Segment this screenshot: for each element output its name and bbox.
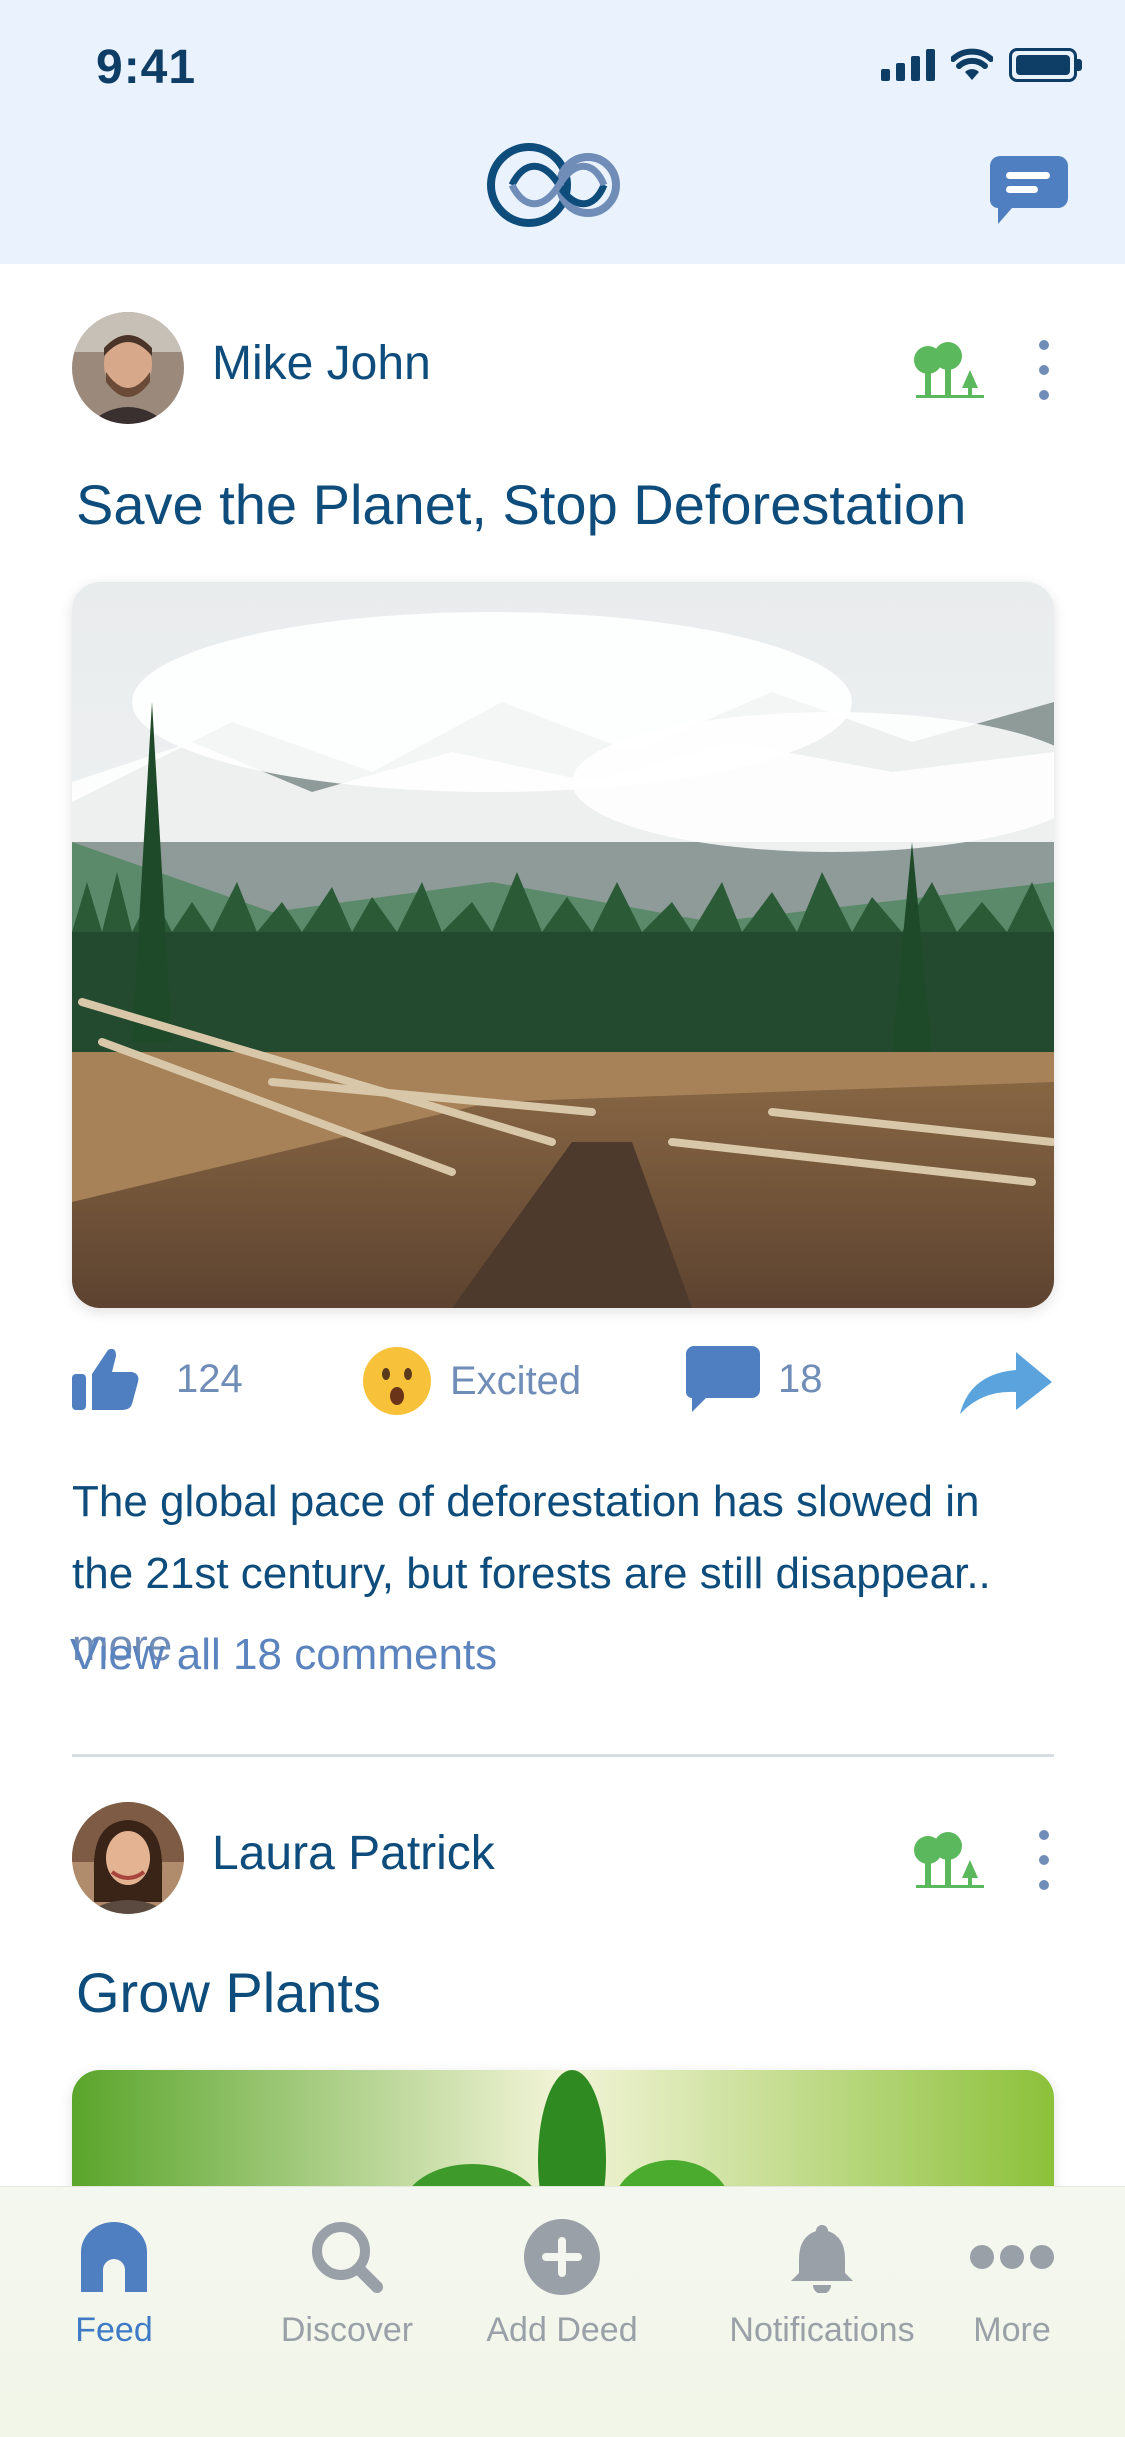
nav-more-label: More: [973, 2311, 1051, 2349]
chat-bubble-icon[interactable]: [990, 154, 1068, 226]
status-icons: [881, 48, 1082, 82]
author-name[interactable]: Laura Patrick: [212, 1826, 495, 1881]
nav-notifications[interactable]: Notifications: [722, 2207, 922, 2350]
avatar[interactable]: [72, 312, 184, 424]
top-bar: 9:41: [0, 0, 1125, 264]
nav-discover[interactable]: Discover: [247, 2207, 447, 2350]
share-arrow-icon[interactable]: [960, 1352, 1052, 1414]
nav-feed-label: Feed: [75, 2311, 153, 2349]
post-menu-button[interactable]: [1032, 340, 1056, 400]
tree-badge-icon: [914, 1832, 984, 1888]
bell-icon: [791, 2225, 853, 2293]
post-header: Mike John: [72, 312, 1052, 424]
cellular-signal-icon: [881, 49, 935, 81]
nav-discover-label: Discover: [280, 2311, 414, 2349]
description-text: The global pace of deforestation has slo…: [72, 1477, 991, 1598]
status-time: 9:41: [96, 41, 197, 94]
comment-icon: [686, 1346, 760, 1412]
tree-badge-icon: [914, 342, 984, 398]
reaction-label: Excited: [450, 1358, 582, 1403]
battery-icon: [1009, 48, 1082, 82]
post-image-deforestation[interactable]: [72, 582, 1054, 1308]
thumbs-up-icon: [72, 1348, 139, 1410]
like-count: 124: [176, 1356, 243, 1401]
nav-add-deed[interactable]: Add Deed: [462, 2207, 662, 2350]
infinity-logo-icon: [487, 143, 620, 227]
post-title: Grow Plants: [76, 1961, 381, 2024]
nav-more[interactable]: More: [912, 2207, 1112, 2350]
post-actions: 124 Excited 18: [72, 1346, 1054, 1426]
like-button[interactable]: 124: [72, 1346, 243, 1412]
nav-notifications-label: Notifications: [729, 2311, 915, 2349]
search-icon: [312, 2222, 383, 2293]
home-icon: [81, 2222, 147, 2292]
post-menu-button[interactable]: [1032, 1830, 1056, 1890]
more-dots-icon: [970, 2245, 1054, 2269]
wifi-icon: [951, 48, 993, 80]
avatar[interactable]: [72, 1802, 184, 1914]
nav-add-deed-label: Add Deed: [486, 2311, 638, 2349]
view-all-comments-link[interactable]: View all 18 comments: [70, 1630, 497, 1680]
post-divider: [72, 1754, 1054, 1757]
bottom-navigation: Feed Discover Add Deed Notifications Mor…: [0, 2186, 1125, 2437]
surprised-emoji-icon: [363, 1347, 431, 1415]
author-name[interactable]: Mike John: [212, 336, 431, 391]
plus-circle-icon: [524, 2219, 600, 2295]
post-header: Laura Patrick: [72, 1802, 1052, 1914]
comment-button[interactable]: 18: [686, 1346, 823, 1412]
post-title: Save the Planet, Stop Deforestation: [76, 473, 967, 536]
comment-count: 18: [778, 1356, 823, 1401]
nav-feed[interactable]: Feed: [14, 2207, 214, 2350]
reaction-button[interactable]: Excited: [362, 1346, 581, 1416]
